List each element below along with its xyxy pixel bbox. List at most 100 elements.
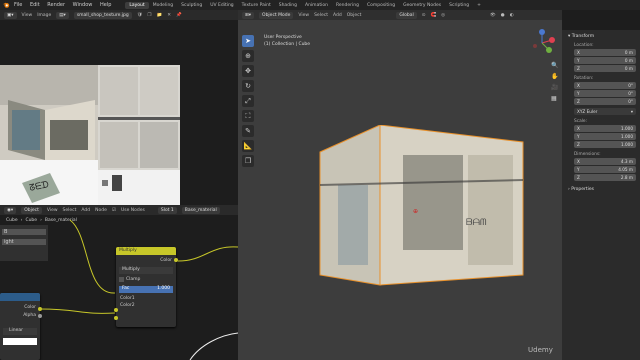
- rotate-tool-icon[interactable]: ↻: [242, 80, 254, 92]
- menu-object[interactable]: Object: [347, 13, 362, 18]
- pin-icon[interactable]: 📌: [176, 13, 182, 18]
- open-image-icon[interactable]: 📁: [157, 13, 163, 18]
- tab-sculpting[interactable]: Sculpting: [177, 2, 206, 9]
- value: 0°: [628, 91, 633, 96]
- image-name-field[interactable]: small_shop_texture.jpg: [73, 11, 132, 19]
- image-texture-node[interactable]: Color Alpha Linear: [0, 293, 42, 360]
- output-socket[interactable]: [174, 258, 178, 262]
- blender-logo-icon[interactable]: [2, 1, 10, 9]
- scale-x-field[interactable]: X 1.000: [574, 125, 636, 132]
- cursor-tool-icon[interactable]: ⊕: [242, 50, 254, 62]
- image-editor-header: ▣▾ View Image ▤▾ small_shop_texture.jpg …: [0, 10, 238, 20]
- chevron-down-icon: ▾: [630, 109, 633, 114]
- transform-tool-icon[interactable]: ⛶: [242, 110, 254, 122]
- value: 2.8 m: [620, 175, 633, 180]
- select-tool-icon[interactable]: ➤: [242, 35, 254, 47]
- tab-modeling[interactable]: Modeling: [149, 2, 177, 9]
- menu-view[interactable]: View: [22, 13, 33, 18]
- menu-edit[interactable]: Edit: [30, 2, 40, 8]
- tab-compositing[interactable]: Compositing: [363, 2, 399, 9]
- menu-file[interactable]: File: [14, 2, 22, 8]
- menu-select[interactable]: Select: [314, 13, 328, 18]
- color2-socket[interactable]: [114, 316, 118, 320]
- tab-layout[interactable]: Layout: [125, 1, 149, 9]
- fake-user-icon[interactable]: 🛡: [137, 13, 143, 18]
- 3d-viewport[interactable]: ⊞▾ Object Mode View Select Add Object Gl…: [238, 10, 562, 360]
- menu-help[interactable]: Help: [100, 2, 111, 8]
- tab-shading[interactable]: Shading: [275, 2, 301, 9]
- tab-texture-paint[interactable]: Texture Paint: [238, 2, 275, 9]
- properties-section-header[interactable]: › Properties: [568, 187, 640, 192]
- annotate-tool-icon[interactable]: ✎: [242, 125, 254, 137]
- rotation-y-field[interactable]: Y 0°: [574, 90, 636, 97]
- new-image-icon[interactable]: ❐: [148, 13, 152, 18]
- value: 0 m: [624, 58, 633, 63]
- dimension-x-field[interactable]: X 4.3 m: [574, 158, 636, 165]
- alpha-out-socket[interactable]: [38, 314, 42, 318]
- object-mode-dropdown[interactable]: Object Mode: [259, 11, 294, 19]
- grid-icon[interactable]: ▦: [551, 95, 558, 102]
- texture-image[interactable]: ᘔᗴᗪ: [0, 65, 180, 210]
- editor-type-icon[interactable]: ⊞▾: [242, 11, 255, 19]
- interpolation-dropdown[interactable]: Linear: [3, 328, 37, 335]
- tab-geometry-nodes[interactable]: Geometry Nodes: [399, 2, 445, 9]
- shading-solid-icon[interactable]: ●: [501, 13, 505, 18]
- textured-cube[interactable]: ᗷᗩᗰ ⊕: [308, 125, 548, 300]
- image-browse-icon[interactable]: ▤▾: [56, 11, 69, 19]
- multiply-node-header[interactable]: Multiply: [116, 247, 176, 255]
- rotation-x-field[interactable]: X 0°: [574, 82, 636, 89]
- dimension-z-field[interactable]: Z 2.8 m: [574, 174, 636, 181]
- move-tool-icon[interactable]: ✥: [242, 65, 254, 77]
- clamp-checkbox[interactable]: [119, 277, 124, 282]
- visibility-icon[interactable]: 👁: [490, 13, 496, 18]
- axis-label: Z: [577, 66, 580, 71]
- editor-type-icon[interactable]: ▣▾: [4, 11, 17, 19]
- transform-orientation-dropdown[interactable]: Global: [396, 11, 417, 19]
- menu-window[interactable]: Window: [73, 2, 93, 8]
- tab-rendering[interactable]: Rendering: [332, 2, 363, 9]
- tab-uv-editing[interactable]: UV Editing: [206, 2, 237, 9]
- snap-icon[interactable]: 🧲: [430, 13, 436, 18]
- scale-tool-icon[interactable]: ⤢: [242, 95, 254, 107]
- axis-label: X: [577, 50, 580, 55]
- dimension-y-field[interactable]: Y 4.05 m: [574, 166, 636, 173]
- transform-section-header[interactable]: ▾ Transform: [568, 34, 640, 39]
- blend-type-dropdown[interactable]: Multiply: [119, 267, 173, 274]
- value: 0 m: [624, 50, 633, 55]
- multiply-node[interactable]: Multiply Color Multiply Clamp Fac 1.000 …: [114, 247, 178, 327]
- zoom-icon[interactable]: 🔍: [551, 62, 558, 69]
- axis-label: Y: [577, 167, 580, 172]
- input-color2: Color2: [120, 303, 135, 308]
- rotation-z-field[interactable]: Z 0°: [574, 98, 636, 105]
- pivot-icon[interactable]: ⊙: [422, 13, 426, 18]
- shader-node-editor: ◉▾ Object View Select Add Node ☑ Use Nod…: [0, 205, 238, 360]
- image-preview-swatch[interactable]: [3, 338, 37, 345]
- value: 1.000: [621, 134, 633, 139]
- menu-render[interactable]: Render: [47, 2, 65, 8]
- location-x-field[interactable]: X 0 m: [574, 49, 636, 56]
- rotation-mode-dropdown[interactable]: XYZ Euler ▾: [574, 108, 636, 115]
- scale-y-field[interactable]: Y 1.000: [574, 133, 636, 140]
- proportional-icon[interactable]: ◎: [441, 13, 445, 18]
- measure-tool-icon[interactable]: 📐: [242, 140, 254, 152]
- color-out-socket[interactable]: [38, 307, 42, 311]
- image-texture-node-header[interactable]: [0, 293, 40, 301]
- location-label: Location:: [574, 43, 594, 48]
- add-cube-tool-icon[interactable]: ❒: [242, 155, 254, 167]
- pan-hand-icon[interactable]: ✋: [551, 73, 558, 80]
- unlink-icon[interactable]: ✕: [167, 13, 171, 18]
- scale-z-field[interactable]: Z 1.000: [574, 141, 636, 148]
- add-workspace-icon[interactable]: +: [473, 2, 485, 9]
- tab-animation[interactable]: Animation: [301, 2, 332, 9]
- camera-icon[interactable]: 🎥: [551, 84, 558, 91]
- tab-scripting[interactable]: Scripting: [445, 2, 473, 9]
- shading-material-icon[interactable]: ◐: [510, 13, 514, 18]
- fac-slider[interactable]: Fac 1.000: [119, 286, 173, 293]
- color1-socket[interactable]: [114, 308, 118, 312]
- location-z-field[interactable]: Z 0 m: [574, 65, 636, 72]
- menu-view[interactable]: View: [298, 13, 309, 18]
- location-y-field[interactable]: Y 0 m: [574, 57, 636, 64]
- menu-add[interactable]: Add: [333, 13, 342, 18]
- menu-image[interactable]: Image: [37, 13, 51, 18]
- navigation-gizmo[interactable]: [527, 28, 557, 58]
